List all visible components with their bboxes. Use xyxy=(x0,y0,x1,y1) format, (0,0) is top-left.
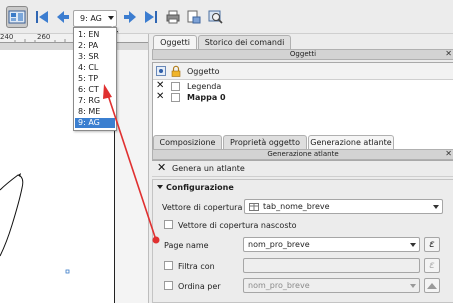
annotation-arrow xyxy=(103,84,160,244)
